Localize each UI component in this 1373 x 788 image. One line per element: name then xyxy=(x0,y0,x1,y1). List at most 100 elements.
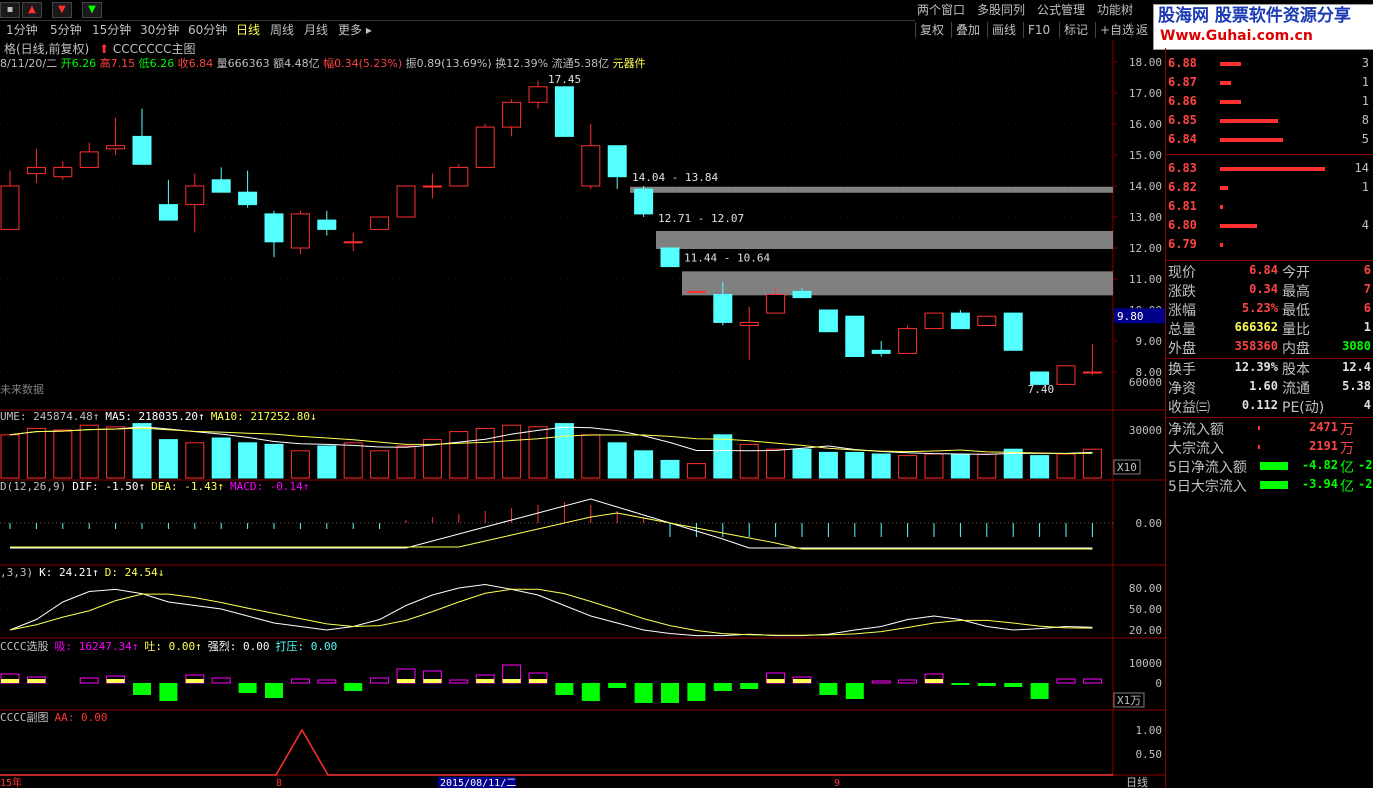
period-tab-3[interactable]: 30分钟 xyxy=(140,22,179,38)
vol-bar-8 xyxy=(211,437,231,479)
ob-price-9: 6.79 xyxy=(1168,237,1197,251)
flow-bar-2 xyxy=(1260,462,1288,470)
menu-icon[interactable]: ▪ xyxy=(0,2,20,18)
period-tab-8[interactable]: 更多 ▸ xyxy=(338,22,372,38)
gap-box-3 xyxy=(682,271,1113,296)
xg-bar-41 xyxy=(1082,678,1102,684)
quote-label2-5: 股本 xyxy=(1282,362,1310,378)
top-menu-2[interactable]: 公式管理 xyxy=(1037,2,1085,18)
top-menu-1[interactable]: 多股同列 xyxy=(977,2,1025,18)
chart-tool-4[interactable]: 标记 xyxy=(1059,22,1088,38)
xg-bar-11 xyxy=(290,678,310,684)
kdj-axis-label-2: 20.00 xyxy=(1129,624,1162,637)
xaxis-m8: 8 xyxy=(276,778,282,788)
quote-label1-3: 总量 xyxy=(1168,322,1196,338)
flow-unit-3: 亿 xyxy=(1340,479,1354,495)
chart-tool-6[interactable]: 返 xyxy=(1131,22,1148,38)
chart-tool-0[interactable]: 复权 xyxy=(915,22,944,38)
period-tab-4[interactable]: 60分钟 xyxy=(188,22,227,38)
macd-header-part-3: MACD: -0.14↑ xyxy=(229,480,310,493)
price-axis-label-6: 12.00 xyxy=(1129,242,1162,255)
chart-tool-5[interactable]: +自选 xyxy=(1095,22,1134,38)
price-axis-label-1: 17.00 xyxy=(1129,87,1162,100)
ob-bar-5 xyxy=(1220,167,1325,171)
vol-bar-31 xyxy=(818,451,838,479)
xg-bar-40 xyxy=(1056,678,1076,684)
xg-bar-5 xyxy=(133,683,151,695)
price-axis-label-9: 9.00 xyxy=(1136,335,1163,348)
ob-bar-2 xyxy=(1220,100,1241,104)
quote-value2-1: 7 xyxy=(1363,282,1371,296)
flow-label-3: 5日大宗流入 xyxy=(1168,479,1247,495)
quote-label1-1: 涨跌 xyxy=(1168,284,1196,300)
vol-bar-6 xyxy=(158,439,178,479)
xg-header-part-4: 打压: 0.00 xyxy=(275,640,338,653)
period-tab-7[interactable]: 月线 xyxy=(304,22,328,38)
dea-line xyxy=(10,512,1093,550)
top-menu-0[interactable]: 两个窗口 xyxy=(917,2,965,18)
vol-bar-1 xyxy=(26,427,46,479)
chart-tool-1[interactable]: 叠加 xyxy=(951,22,980,38)
xg-yellow-29 xyxy=(766,679,785,683)
xg-yellow-19 xyxy=(502,679,521,683)
quote-value2-7: 4 xyxy=(1363,398,1371,412)
ob-bar-4 xyxy=(1220,138,1283,142)
vol-bar-13 xyxy=(343,442,363,479)
candle-body-8 xyxy=(211,179,231,193)
chart-tool-2[interactable]: 画线 xyxy=(987,22,1016,38)
green-arrow-icon[interactable]: ▼ xyxy=(82,2,102,18)
xg-bar-10 xyxy=(265,683,283,698)
xg-header-part-1: 吸: 16247.34↑ xyxy=(54,640,139,653)
quote-label2-3: 量比 xyxy=(1282,322,1310,338)
high-label: 17.45 xyxy=(548,73,581,86)
top-menu-3[interactable]: 功能树 xyxy=(1097,2,1133,18)
ob-price-4: 6.84 xyxy=(1168,132,1197,146)
xg-yellow-20 xyxy=(529,679,547,683)
vol-bar-33 xyxy=(871,453,891,479)
period-tab-6[interactable]: 周线 xyxy=(270,22,294,38)
vol-bar-7 xyxy=(185,442,205,479)
vol-bar-18 xyxy=(475,427,495,479)
fu-header-part-1: AA: 0.00 xyxy=(54,711,108,724)
candle-body-34 xyxy=(898,328,918,354)
vol-bar-21 xyxy=(554,423,574,479)
ob-price-8: 6.80 xyxy=(1168,218,1197,232)
vol-bar-40 xyxy=(1056,453,1076,479)
ob-vol-8: 4 xyxy=(1361,218,1369,232)
up-arrow-icon[interactable]: ▲ xyxy=(22,2,42,18)
period-tab-5[interactable]: 日线 xyxy=(236,22,260,38)
gap-label-2: 12.71 - 12.07 xyxy=(658,212,744,225)
period-tab-1[interactable]: 5分钟 xyxy=(50,22,82,38)
period-tab-0[interactable]: 1分钟 xyxy=(6,22,38,38)
chart-tool-3[interactable]: F10 xyxy=(1023,22,1050,38)
ob-vol-3: 8 xyxy=(1361,113,1369,127)
price-axis-label-4: 14.00 xyxy=(1129,180,1162,193)
xg-bar-33 xyxy=(871,680,891,684)
candle-body-30 xyxy=(792,290,812,299)
candle-body-40 xyxy=(1056,365,1076,385)
flow-unit-1: 万 xyxy=(1340,441,1354,457)
period-tab-2[interactable]: 15分钟 xyxy=(92,22,131,38)
kdj-axis-label-0: 80.00 xyxy=(1129,582,1162,595)
candle-body-1 xyxy=(26,166,46,175)
flow-unit-0: 万 xyxy=(1340,422,1354,438)
candle-body-14 xyxy=(370,216,390,230)
low-label: 7.40 xyxy=(1028,383,1055,396)
vol-bar-22 xyxy=(581,434,601,479)
vol-bar-20 xyxy=(528,426,548,479)
price-axis-label-3: 15.00 xyxy=(1129,149,1162,162)
vol-bar-23 xyxy=(607,442,627,479)
xg-yellow-1 xyxy=(27,679,46,683)
down-arrow-icon[interactable]: ▼ xyxy=(52,2,72,18)
quote-divider-2 xyxy=(1166,417,1373,418)
kdj-header-part-2: D: 24.54↓ xyxy=(104,566,165,579)
flow-bar-1 xyxy=(1258,445,1260,449)
xg-bar-32 xyxy=(845,683,864,699)
aa-line xyxy=(0,728,1113,776)
vol-bar-0 xyxy=(0,434,20,479)
price-axis-label-5: 13.00 xyxy=(1129,211,1162,224)
xaxis-m9: 9 xyxy=(834,778,840,788)
vol-bar-34 xyxy=(898,455,918,479)
price-axis-label-7: 11.00 xyxy=(1129,273,1162,286)
vol-bar-30 xyxy=(792,448,812,479)
